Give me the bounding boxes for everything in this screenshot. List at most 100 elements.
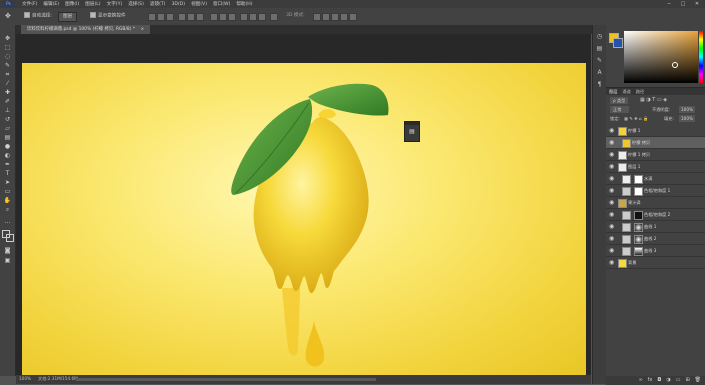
layer-row[interactable]: ◉ 背景 bbox=[606, 257, 705, 269]
move-tool-icon[interactable]: ✥ bbox=[5, 12, 11, 20]
layer-row[interactable]: ◉ 柠檬 1 拷贝 bbox=[606, 149, 705, 161]
distribute-bottom-icon[interactable] bbox=[228, 13, 236, 21]
background-swatch[interactable] bbox=[613, 38, 623, 48]
distribute-right-icon[interactable] bbox=[258, 13, 266, 21]
color-picker-field[interactable] bbox=[624, 31, 698, 83]
distribute-hcenter-icon[interactable] bbox=[249, 13, 257, 21]
tab-paths[interactable]: 路径 bbox=[636, 88, 644, 95]
lasso-tool-icon[interactable]: ◌ bbox=[3, 53, 12, 60]
horizontal-scrollbar[interactable] bbox=[76, 378, 376, 381]
tab-layers[interactable]: 图层 bbox=[609, 88, 617, 95]
history-brush-tool-icon[interactable]: ↺ bbox=[3, 116, 12, 123]
visibility-eye-icon[interactable]: ◉ bbox=[609, 127, 614, 134]
layer-mask-thumbnail[interactable] bbox=[634, 223, 643, 232]
layer-mask-thumbnail[interactable] bbox=[634, 211, 643, 220]
align-hcenter-icon[interactable] bbox=[187, 13, 195, 21]
screen-mode-icon[interactable]: ▣ bbox=[3, 257, 12, 264]
menu-edit[interactable]: 编辑(E) bbox=[43, 1, 59, 7]
close-button[interactable]: ✕ bbox=[693, 1, 701, 7]
layer-row[interactable]: ◉ 曲线 2 bbox=[606, 233, 705, 245]
visibility-eye-icon[interactable]: ◉ bbox=[609, 187, 614, 194]
properties-icon[interactable]: ▤ bbox=[405, 125, 419, 139]
floating-panel-widget[interactable]: ▤ bbox=[404, 121, 420, 142]
background-color-swatch[interactable] bbox=[6, 234, 14, 242]
visibility-eye-icon[interactable]: ◉ bbox=[609, 163, 614, 170]
layer-row[interactable]: ◉ 水滴 bbox=[606, 173, 705, 185]
3d-roll-icon[interactable] bbox=[322, 13, 330, 21]
layer-name[interactable]: 背景 bbox=[628, 257, 636, 268]
align-left-icon[interactable] bbox=[178, 13, 186, 21]
history-panel-icon[interactable]: ◷ bbox=[596, 33, 603, 40]
layer-name[interactable]: 柠檬 1 bbox=[628, 125, 640, 136]
menu-filter[interactable]: 滤镜(T) bbox=[150, 1, 166, 7]
distribute-vcenter-icon[interactable] bbox=[219, 13, 227, 21]
menu-file[interactable]: 文件(F) bbox=[22, 1, 37, 7]
align-bottom-icon[interactable] bbox=[166, 13, 174, 21]
document-info[interactable]: 文档:2.31M/154.6M bbox=[38, 376, 78, 382]
menu-select[interactable]: 选择(S) bbox=[128, 1, 144, 7]
menu-3d[interactable]: 3D(D) bbox=[171, 2, 185, 7]
lock-icons[interactable]: ▦ ✎ ✥ ⌂ 🔒 bbox=[624, 115, 648, 122]
layer-name[interactable]: 图层 1 bbox=[628, 161, 640, 172]
character-panel-icon[interactable]: A bbox=[596, 69, 603, 76]
eraser-tool-icon[interactable]: ▱ bbox=[3, 125, 12, 132]
layer-name[interactable]: 曲线 1 bbox=[644, 221, 656, 232]
layer-row[interactable]: ◉ 曲线 3 bbox=[606, 245, 705, 257]
fill-input[interactable]: 100% bbox=[679, 115, 695, 122]
brush-tool-icon[interactable]: ✐ bbox=[3, 98, 12, 105]
visibility-eye-icon[interactable]: ◉ bbox=[609, 259, 614, 266]
menu-help[interactable]: 帮助(H) bbox=[236, 1, 252, 7]
3d-rotate-icon[interactable] bbox=[313, 13, 321, 21]
visibility-eye-icon[interactable]: ◉ bbox=[609, 199, 614, 206]
marquee-tool-icon[interactable]: ⬚ bbox=[3, 44, 12, 51]
layer-mask-thumbnail[interactable] bbox=[634, 247, 643, 256]
layer-name[interactable]: 水滴 bbox=[644, 173, 652, 184]
layer-name[interactable]: 曲线 3 bbox=[644, 245, 656, 256]
minimize-button[interactable]: ─ bbox=[665, 1, 673, 7]
layer-row[interactable]: ◉ 柠檬 1 bbox=[606, 125, 705, 137]
3d-slide-icon[interactable] bbox=[340, 13, 348, 21]
visibility-eye-icon[interactable]: ◉ bbox=[609, 139, 614, 146]
hand-tool-icon[interactable]: ✋ bbox=[3, 197, 12, 204]
align-top-icon[interactable] bbox=[148, 13, 156, 21]
gradient-tool-icon[interactable]: ▤ bbox=[3, 134, 12, 141]
zoom-tool-icon[interactable]: ⌕ bbox=[3, 206, 12, 213]
blend-mode-dropdown[interactable]: 正常 bbox=[610, 106, 630, 113]
visibility-eye-icon[interactable]: ◉ bbox=[609, 235, 614, 242]
3d-pan-icon[interactable] bbox=[331, 13, 339, 21]
show-transform-checkbox[interactable]: 显示变换控件 bbox=[90, 12, 126, 20]
path-select-tool-icon[interactable]: ➤ bbox=[3, 179, 12, 186]
menu-type[interactable]: 文字(Y) bbox=[107, 1, 123, 7]
menu-layer[interactable]: 图层(L) bbox=[85, 1, 100, 7]
distribute-top-icon[interactable] bbox=[210, 13, 218, 21]
menu-view[interactable]: 视图(V) bbox=[191, 1, 207, 7]
layer-mask-thumbnail[interactable] bbox=[634, 175, 643, 184]
move-tool-icon[interactable]: ✥ bbox=[3, 35, 12, 42]
more-tools-icon[interactable]: … bbox=[3, 218, 12, 225]
align-right-icon[interactable] bbox=[196, 13, 204, 21]
menu-window[interactable]: 窗口(W) bbox=[213, 1, 230, 7]
quick-mask-icon[interactable]: ◙ bbox=[3, 247, 12, 254]
align-vcenter-icon[interactable] bbox=[157, 13, 165, 21]
canvas-area[interactable] bbox=[16, 34, 591, 375]
dodge-tool-icon[interactable]: ◐ bbox=[3, 152, 12, 159]
close-tab-icon[interactable]: × bbox=[140, 27, 144, 32]
layer-name[interactable]: 柠檬 1 拷贝 bbox=[628, 149, 650, 160]
crop-tool-icon[interactable]: ⌗ bbox=[3, 71, 12, 78]
pen-tool-icon[interactable]: ✒ bbox=[3, 161, 12, 168]
visibility-eye-icon[interactable]: ◉ bbox=[609, 175, 614, 182]
layer-name[interactable]: 色相/饱和度 2 bbox=[644, 209, 670, 220]
visibility-eye-icon[interactable]: ◉ bbox=[609, 247, 614, 254]
document-tab[interactable]: 饮料饮料柠檬滴落.psd @ 100% (柠檬 拷贝, RGB/8) * × bbox=[21, 25, 151, 34]
layer-kind-filter[interactable]: ρ 类型 bbox=[610, 97, 629, 104]
filter-icons[interactable]: ▦ ◑ T ▭ ◈ bbox=[640, 97, 667, 104]
blur-tool-icon[interactable]: ● bbox=[3, 143, 12, 150]
opacity-input[interactable]: 100% bbox=[679, 106, 695, 113]
layer-name[interactable]: 色相/饱和度 1 bbox=[644, 185, 670, 196]
properties-panel-icon[interactable]: ▤ bbox=[596, 45, 603, 52]
layer-mask-thumbnail[interactable] bbox=[634, 187, 643, 196]
visibility-eye-icon[interactable]: ◉ bbox=[609, 211, 614, 218]
distribute-left-icon[interactable] bbox=[240, 13, 248, 21]
visibility-eye-icon[interactable]: ◉ bbox=[609, 151, 614, 158]
layer-mask-thumbnail[interactable] bbox=[634, 235, 643, 244]
